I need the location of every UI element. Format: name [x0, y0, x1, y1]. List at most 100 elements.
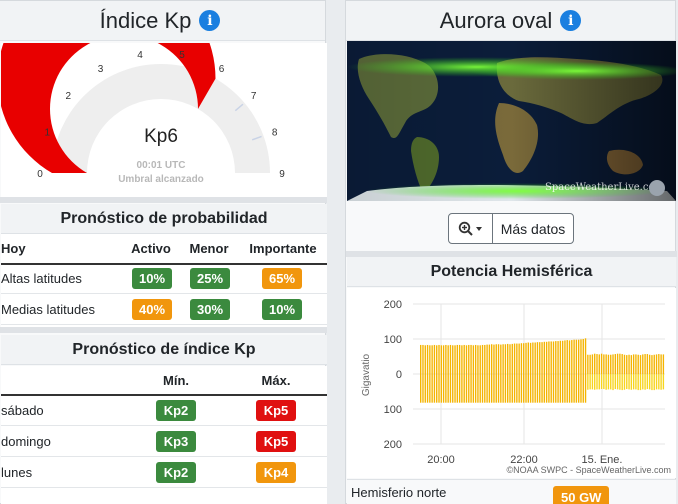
chart-ytick: 100 — [384, 334, 402, 346]
chart-bar-north — [511, 343, 513, 374]
chart-bar-south — [452, 374, 454, 403]
chart-bar-south — [525, 374, 527, 403]
chart-bar-south — [504, 374, 507, 403]
col-max: Máx. — [261, 372, 291, 388]
chart-bar-south — [623, 374, 626, 390]
chart-bar-north — [626, 355, 628, 374]
chart-bar-north — [584, 338, 587, 374]
chart-bar-south — [481, 374, 484, 403]
map-controls: Más datos — [448, 213, 574, 244]
chart-bar-south — [564, 374, 566, 403]
chart-bar-north — [598, 354, 600, 374]
zoom-dropdown-button[interactable] — [449, 214, 493, 243]
chart-bar-south — [447, 374, 449, 403]
chart-bar-north — [614, 354, 616, 374]
gauge-scale-label: 7 — [251, 91, 257, 102]
chart-bar-south — [493, 374, 495, 403]
chart-bar-north — [662, 354, 665, 374]
chart-bar-south — [465, 374, 468, 403]
chart-ytick: 100 — [384, 404, 402, 416]
chart-bar-north — [497, 344, 500, 374]
probability-badge: 30% — [190, 298, 230, 320]
chart-bar-north — [580, 339, 582, 374]
chart-bar-north — [632, 354, 635, 374]
chart-bar-south — [436, 374, 438, 403]
chart-bar-north — [484, 344, 486, 374]
chart-bar-south — [429, 374, 431, 403]
chart-bar-south — [639, 374, 642, 391]
chart-bar-north — [610, 354, 612, 374]
chart-bar-north — [532, 342, 534, 374]
gauge-scale-label: 2 — [66, 91, 72, 102]
chart-bar-south — [566, 374, 568, 403]
probability-title: Pronóstico de probabilidad — [1, 204, 327, 234]
table-row: domingo Kp3 Kp5 — [1, 426, 327, 457]
chart-bar-north — [420, 344, 422, 374]
chart-bar-north — [527, 342, 529, 374]
chart-bar-north — [486, 344, 488, 374]
chart-bar-south — [472, 374, 475, 403]
chart-bar-south — [610, 374, 612, 390]
chart-bar-south — [511, 374, 513, 403]
chart-bar-north — [479, 345, 481, 374]
gauge-scale-label: 4 — [137, 50, 143, 61]
probability-badge: 10% — [132, 267, 172, 289]
chart-bar-north — [594, 353, 596, 374]
kp-max-badge: Kp5 — [256, 399, 296, 421]
chart-bar-north — [534, 342, 536, 374]
gauge-scale-label: 9 — [279, 169, 285, 180]
chart-bar-south — [594, 374, 596, 390]
chart-bar-south — [442, 374, 445, 403]
kp-min-badge: Kp2 — [156, 461, 196, 483]
aurora-title: Aurora oval — [439, 7, 553, 33]
chart-bar-north — [422, 344, 424, 374]
hemisphere-label: Hemisferio norte — [351, 485, 447, 500]
chart-bar-north — [493, 344, 495, 374]
chart-bar-north — [426, 344, 429, 374]
chart-bar-south — [456, 374, 459, 403]
chart-bar-north — [568, 340, 571, 374]
chart-bar-south — [502, 374, 504, 403]
chart-bar-north — [461, 345, 463, 374]
aurora-map-svg: SpaceWeatherLive.com — [347, 41, 676, 201]
kp-max-badge: Kp5 — [256, 430, 296, 452]
chart-bar-south — [555, 374, 557, 403]
chart-bar-south — [662, 374, 665, 390]
chart-bar-north — [658, 354, 660, 374]
chart-bar-south — [470, 374, 472, 403]
chart-bar-south — [550, 374, 552, 403]
gauge-scale-label: 8 — [272, 128, 278, 139]
more-data-button[interactable]: Más datos — [493, 214, 573, 243]
kp-column: Índice Kp i 0 1 2 3 4 5 6 7 8 9 Kp6 00:01 UTC Umb… — [0, 0, 327, 504]
chart-bar-south — [479, 374, 481, 403]
row-label: Altas latitudes — [1, 270, 82, 286]
chart-bar-north — [513, 343, 516, 374]
col-hoy: Hoy — [1, 241, 26, 256]
chart-bar-north — [648, 354, 651, 374]
chart-bar-north — [630, 355, 633, 374]
info-icon[interactable]: i — [560, 10, 582, 31]
chart-bar-north — [557, 341, 559, 374]
chart-bar-south — [619, 374, 621, 390]
info-icon[interactable]: i — [199, 10, 221, 31]
chart-bar-north — [440, 345, 442, 374]
chart-bar-north — [523, 343, 525, 374]
chart-bar-north — [516, 343, 518, 374]
chart-bar-north — [589, 354, 591, 374]
chart-bar-north — [555, 341, 557, 374]
col-menor: Menor — [189, 241, 229, 256]
chart-bar-south — [495, 374, 497, 403]
chart-bar-north — [431, 345, 433, 374]
chart-bar-south — [575, 374, 578, 403]
chart-bar-north — [541, 342, 543, 374]
chart-bar-south — [486, 374, 488, 403]
chart-bar-north — [644, 354, 646, 374]
zoom-in-icon — [458, 221, 482, 236]
chart-bar-north — [463, 344, 465, 374]
chart-bar-south — [527, 374, 529, 403]
chart-bar-south — [461, 374, 463, 403]
aurora-map[interactable]: SpaceWeatherLive.com — [347, 41, 676, 201]
chart-bar-south — [548, 374, 550, 403]
chart-bar-north — [465, 345, 468, 374]
chart-bar-south — [543, 374, 546, 403]
